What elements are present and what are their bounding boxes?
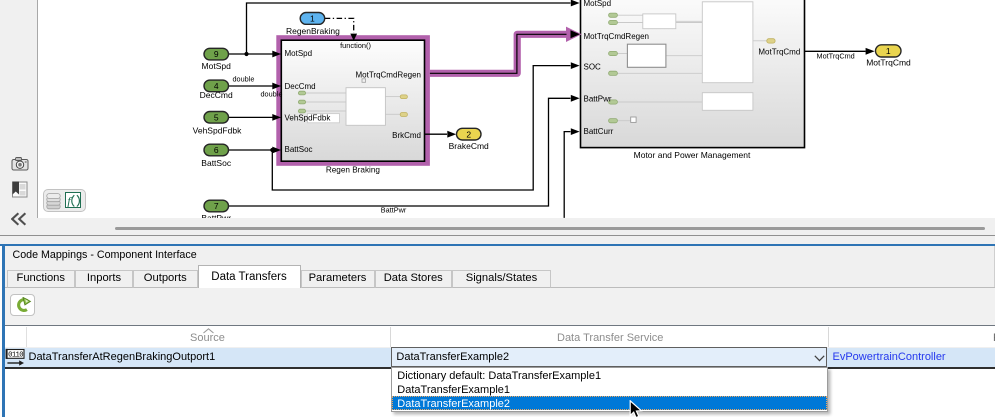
svg-text:BattPwr: BattPwr (584, 95, 612, 104)
svg-text:6: 6 (214, 145, 219, 155)
svg-text:5: 5 (214, 112, 219, 122)
svg-text:double: double (261, 89, 283, 98)
svg-text:VehSpdFdbk: VehSpdFdbk (285, 114, 332, 123)
svg-text:1: 1 (886, 46, 891, 56)
svg-text:BattPwr: BattPwr (381, 206, 407, 215)
svg-text:MotTrqCmd: MotTrqCmd (758, 48, 800, 57)
svg-text:double: double (233, 75, 255, 84)
svg-text:DecCmd: DecCmd (200, 90, 233, 100)
svg-text:RegenBraking: RegenBraking (286, 26, 340, 36)
svg-text:7: 7 (214, 201, 219, 211)
svg-text:BrakeCmd: BrakeCmd (449, 141, 489, 151)
svg-text:MotTrqCmdRegen: MotTrqCmdRegen (584, 32, 650, 41)
svg-text:function(): function() (340, 41, 371, 50)
svg-text:MotTrqCmd: MotTrqCmd (866, 57, 911, 67)
svg-text:2: 2 (466, 129, 471, 139)
svg-text:BattSoc: BattSoc (201, 158, 232, 168)
svg-text:BattSoc: BattSoc (285, 145, 313, 154)
svg-text:MotTrqCmdRegen: MotTrqCmdRegen (355, 70, 421, 79)
svg-text:VehSpdFdbk: VehSpdFdbk (193, 126, 242, 136)
svg-text:MotSpd: MotSpd (584, 0, 612, 8)
svg-text:BattCurr: BattCurr (584, 127, 614, 136)
svg-text:1: 1 (310, 14, 315, 24)
svg-text:MotSpd: MotSpd (202, 61, 232, 71)
svg-text:MotTrqCmd: MotTrqCmd (817, 52, 855, 61)
svg-text:Regen Braking: Regen Braking (326, 165, 381, 174)
svg-text:0110: 0110 (8, 351, 24, 359)
svg-text:MotSpd: MotSpd (285, 49, 313, 58)
svg-text:Motor and Power Management: Motor and Power Management (634, 150, 751, 160)
svg-text:BrkCmd: BrkCmd (392, 131, 421, 140)
svg-text:SOC: SOC (584, 62, 602, 71)
svg-text:9: 9 (214, 49, 219, 59)
svg-text:DecCmd: DecCmd (285, 82, 316, 91)
